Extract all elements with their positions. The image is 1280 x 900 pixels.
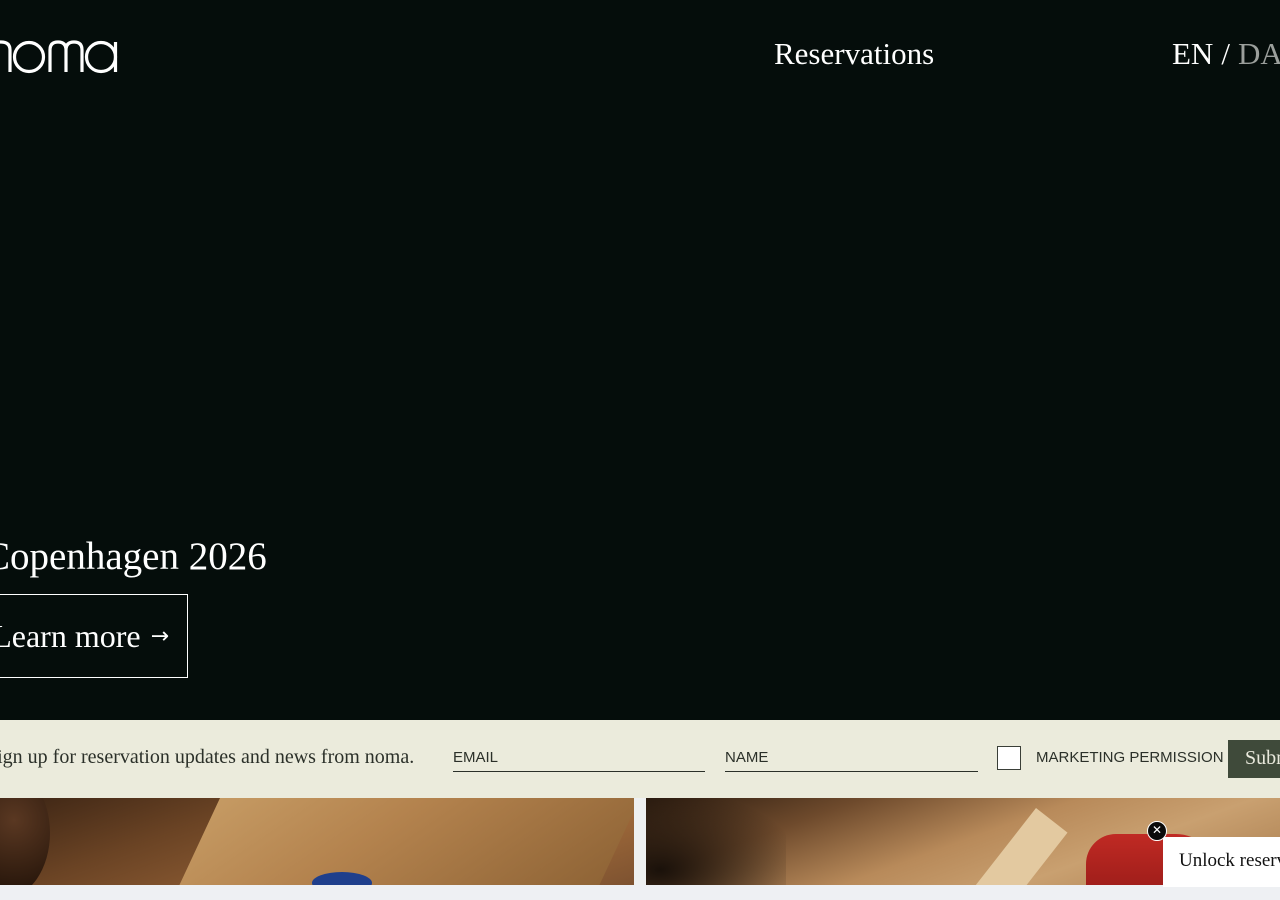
image-shape-stick (968, 808, 1068, 885)
image-shape-shadow (646, 798, 786, 885)
feature-image-left[interactable] (0, 798, 634, 885)
noma-logo[interactable] (0, 30, 118, 80)
image-shape-book (178, 798, 634, 885)
page: Reservations EN / DA Copenhagen 2026 Learn… (0, 0, 1280, 900)
unlock-reservations-popup[interactable]: Unlock reservations (1163, 837, 1280, 887)
learn-more-label: Learn more (0, 617, 141, 654)
arrow-right-icon: → (150, 623, 169, 649)
nav-reservations-link[interactable]: Reservations (774, 36, 934, 72)
image-shape-hair (0, 798, 50, 885)
hero-section: Reservations EN / DA Copenhagen 2026 Learn… (0, 0, 1280, 720)
lang-separator: / (1221, 36, 1230, 71)
language-switcher: EN / DA (1172, 36, 1280, 72)
popup-text: Unlock reservations (1179, 850, 1280, 871)
learn-more-button[interactable]: Learn more → (0, 594, 188, 678)
name-field (725, 744, 978, 772)
submit-button[interactable]: Submit (1228, 740, 1280, 778)
marketing-permission-checkbox[interactable] (997, 746, 1021, 770)
email-input[interactable] (453, 744, 705, 766)
bottom-strip (0, 885, 1280, 900)
newsletter-intro: Sign up for reservation updates and news… (0, 746, 415, 768)
lang-da-link[interactable]: DA (1238, 36, 1280, 71)
marketing-permission-label: MARKETING PERMISSION (1036, 749, 1224, 766)
close-icon[interactable]: ✕ (1147, 821, 1167, 841)
hero-title: Copenhagen 2026 (0, 535, 267, 578)
name-input[interactable] (725, 744, 978, 766)
email-field (453, 744, 705, 772)
newsletter-bar: Sign up for reservation updates and news… (0, 720, 1280, 798)
lang-en-link[interactable]: EN (1172, 36, 1213, 71)
